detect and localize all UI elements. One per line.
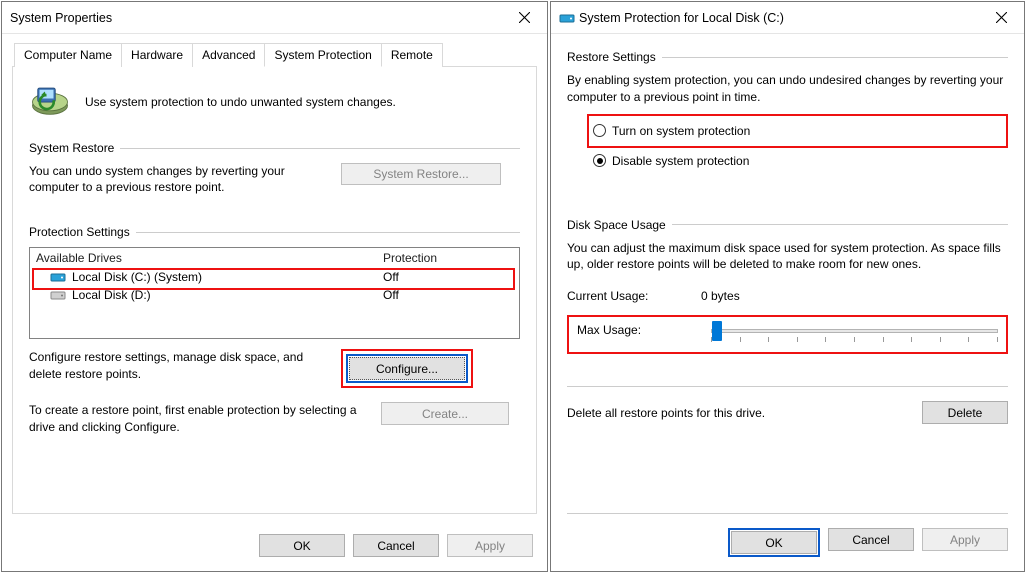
radio-unchecked-icon: [593, 124, 606, 137]
delete-text: Delete all restore points for this drive…: [567, 406, 922, 420]
max-usage-label: Max Usage:: [577, 323, 687, 337]
system-protection-icon: [29, 81, 71, 123]
col-available-drives: Available Drives: [36, 251, 383, 265]
highlight-box: Max Usage:: [567, 315, 1008, 354]
radio-disable-protection[interactable]: Disable system protection: [593, 152, 1008, 170]
tab-hardware[interactable]: Hardware: [121, 43, 193, 67]
dialog-title: System Properties: [10, 11, 502, 25]
titlebar[interactable]: System Properties: [2, 2, 547, 34]
ok-button[interactable]: OK: [731, 531, 817, 554]
divider: [120, 148, 520, 149]
tab-computer-name[interactable]: Computer Name: [14, 43, 122, 67]
disk-space-heading: Disk Space Usage: [567, 218, 666, 232]
radio-turn-on-protection[interactable]: Turn on system protection: [593, 122, 754, 140]
restore-settings-text: By enabling system protection, you can u…: [567, 72, 1008, 106]
intro-text: Use system protection to undo unwanted s…: [85, 95, 396, 109]
radio-label: Disable system protection: [612, 154, 749, 168]
tab-remote[interactable]: Remote: [381, 43, 443, 67]
close-button[interactable]: [502, 3, 547, 33]
current-usage-label: Current Usage:: [567, 289, 677, 303]
system-properties-dialog: System Properties Computer Name Hardware…: [1, 1, 548, 572]
apply-button[interactable]: Apply: [922, 528, 1008, 551]
tab-panel: Use system protection to undo unwanted s…: [12, 67, 537, 514]
system-restore-button[interactable]: System Restore...: [341, 163, 501, 185]
system-protection-config-dialog: System Protection for Local Disk (C:) Re…: [550, 1, 1025, 572]
table-row[interactable]: Local Disk (D:) Off: [30, 286, 519, 304]
drive-icon: [559, 10, 575, 26]
drive-name: Local Disk (D:): [72, 288, 151, 302]
restore-settings-heading: Restore Settings: [567, 50, 656, 64]
dialog-footer: OK Cancel Apply: [567, 528, 1008, 565]
drive-icon: [50, 288, 66, 302]
highlight-box: Configure...: [341, 349, 473, 388]
titlebar[interactable]: System Protection for Local Disk (C:): [551, 2, 1024, 34]
drives-header: Available Drives Protection: [30, 248, 519, 268]
drive-protection: Off: [383, 270, 513, 284]
table-row[interactable]: Local Disk (C:) (System) Off: [30, 268, 519, 286]
dialog-title: System Protection for Local Disk (C:): [579, 11, 979, 25]
tabs-row: Computer Name Hardware Advanced System P…: [12, 42, 537, 67]
drive-protection: Off: [383, 288, 513, 302]
disk-space-text: You can adjust the maximum disk space us…: [567, 240, 1008, 274]
configure-text: Configure restore settings, manage disk …: [29, 349, 329, 381]
dialog-footer: OK Cancel Apply: [2, 522, 547, 571]
drive-icon: [50, 270, 66, 284]
highlight-box: Turn on system protection: [587, 114, 1008, 148]
cancel-button[interactable]: Cancel: [353, 534, 439, 557]
system-restore-heading: System Restore: [29, 141, 114, 155]
divider: [136, 232, 520, 233]
drives-list[interactable]: Available Drives Protection Local Disk (…: [29, 247, 520, 339]
configure-button[interactable]: Configure...: [349, 357, 465, 380]
close-icon: [996, 12, 1007, 23]
protection-settings-heading: Protection Settings: [29, 225, 130, 239]
drive-name: Local Disk (C:) (System): [72, 270, 202, 284]
divider: [662, 57, 1008, 58]
divider: [567, 386, 1008, 387]
radio-checked-icon: [593, 154, 606, 167]
cancel-button[interactable]: Cancel: [828, 528, 914, 551]
divider: [567, 513, 1008, 514]
tab-system-protection[interactable]: System Protection: [264, 43, 381, 67]
slider-ticks: [711, 337, 998, 342]
close-button[interactable]: [979, 3, 1024, 33]
apply-button[interactable]: Apply: [447, 534, 533, 557]
slider-thumb[interactable]: [712, 321, 722, 341]
close-icon: [519, 12, 530, 23]
tab-advanced[interactable]: Advanced: [192, 43, 265, 67]
create-text: To create a restore point, first enable …: [29, 402, 369, 434]
delete-button[interactable]: Delete: [922, 401, 1008, 424]
ok-button[interactable]: OK: [259, 534, 345, 557]
radio-label: Turn on system protection: [612, 124, 750, 138]
create-button[interactable]: Create...: [381, 402, 509, 425]
max-usage-slider[interactable]: [711, 329, 998, 333]
current-usage-value: 0 bytes: [701, 289, 740, 303]
col-protection: Protection: [383, 251, 513, 265]
system-restore-text: You can undo system changes by reverting…: [29, 163, 329, 195]
divider: [672, 224, 1008, 225]
